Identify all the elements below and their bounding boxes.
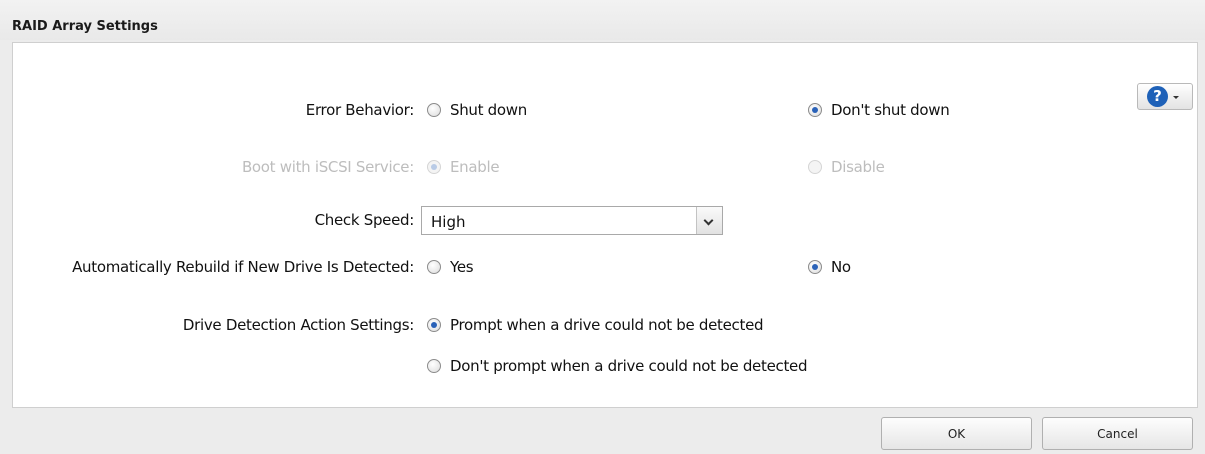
radio-icon [427, 359, 441, 373]
radio-label: No [831, 258, 851, 276]
check-speed-label: Check Speed: [314, 211, 415, 229]
radio-label: Disable [831, 158, 885, 176]
radio-label: Enable [450, 158, 500, 176]
radio-checked-icon [808, 260, 822, 274]
check-speed-value: High [431, 213, 466, 231]
drive-detection-prompt-radio[interactable]: Prompt when a drive could not be detecte… [427, 316, 764, 334]
radio-label: Shut down [450, 101, 527, 119]
page-title: RAID Array Settings [12, 19, 158, 34]
help-icon: ? [1147, 86, 1168, 107]
radio-icon [427, 103, 441, 117]
ok-button[interactable]: OK [881, 417, 1032, 450]
error-behavior-shutdown-radio[interactable]: Shut down [427, 101, 527, 119]
cancel-button[interactable]: Cancel [1042, 417, 1193, 450]
help-button[interactable]: ? [1137, 83, 1193, 110]
auto-rebuild-no-radio[interactable]: No [808, 258, 851, 276]
auto-rebuild-yes-radio[interactable]: Yes [427, 258, 474, 276]
error-behavior-dont-shutdown-radio[interactable]: Don't shut down [808, 101, 950, 119]
error-behavior-label: Error Behavior: [305, 101, 415, 119]
drive-detection-label: Drive Detection Action Settings: [182, 316, 414, 334]
radio-label: Don't prompt when a drive could not be d… [450, 357, 808, 375]
chevron-down-icon [696, 207, 722, 234]
radio-icon [808, 160, 822, 174]
radio-label: Don't shut down [831, 101, 950, 119]
title-bar: RAID Array Settings [0, 0, 1205, 40]
radio-checked-icon [427, 160, 441, 174]
radio-label: Prompt when a drive could not be detecte… [450, 316, 764, 334]
boot-iscsi-enable-radio: Enable [427, 158, 500, 176]
boot-iscsi-disable-radio: Disable [808, 158, 885, 176]
chevron-down-icon [1173, 96, 1179, 99]
radio-label: Yes [450, 258, 474, 276]
auto-rebuild-label: Automatically Rebuild if New Drive Is De… [72, 258, 414, 276]
check-speed-select[interactable]: High [421, 206, 723, 235]
radio-checked-icon [427, 318, 441, 332]
radio-checked-icon [808, 103, 822, 117]
boot-iscsi-label: Boot with iSCSI Service: [241, 158, 414, 176]
drive-detection-dont-prompt-radio[interactable]: Don't prompt when a drive could not be d… [427, 357, 807, 375]
radio-icon [427, 260, 441, 274]
